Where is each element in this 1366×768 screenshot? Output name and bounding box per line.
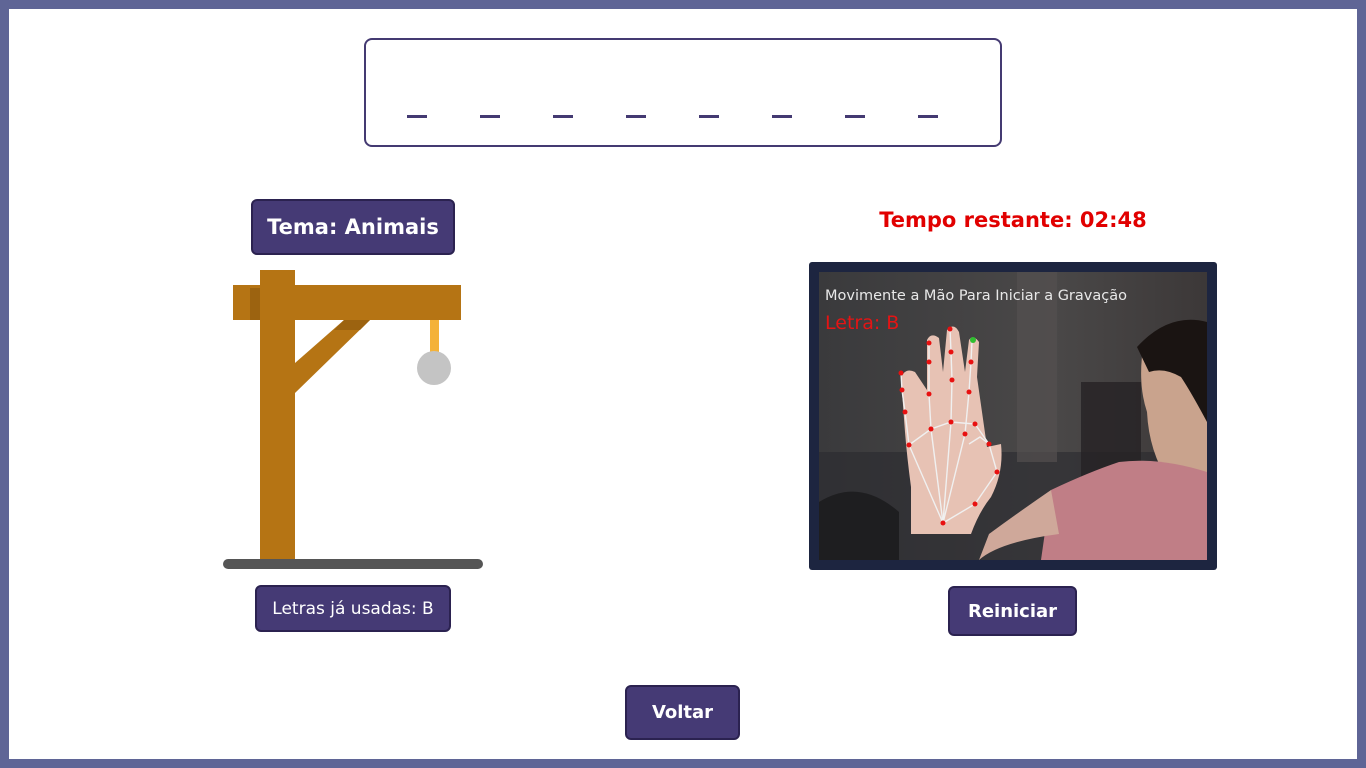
timer-label: Tempo restante: 02:48 xyxy=(879,208,1147,232)
theme-label: Tema: Animais xyxy=(251,199,455,255)
word-display xyxy=(364,38,1002,147)
letter-slot xyxy=(772,115,792,118)
camera-panel: Movimente a Mão Para Iniciar a Gravação … xyxy=(809,262,1217,570)
back-button[interactable]: Voltar xyxy=(625,685,740,740)
letter-slot xyxy=(699,115,719,118)
camera-instruction: Movimente a Mão Para Iniciar a Gravação xyxy=(825,288,1127,304)
letter-slot xyxy=(918,115,938,118)
letter-slot xyxy=(626,115,646,118)
gallows-base xyxy=(223,559,483,569)
letter-slot xyxy=(845,115,865,118)
hangman-head xyxy=(417,351,451,385)
restart-button[interactable]: Reiniciar xyxy=(948,586,1077,636)
letter-slot xyxy=(480,115,500,118)
gallows-brace xyxy=(295,320,370,393)
letter-slot xyxy=(407,115,427,118)
detected-letter: Letra: B xyxy=(825,312,900,334)
camera-feed: Movimente a Mão Para Iniciar a Gravação … xyxy=(819,272,1207,560)
hand-landmark-tip xyxy=(970,337,976,343)
used-letters-label: Letras já usadas: B xyxy=(255,585,451,632)
gallows-illustration xyxy=(222,268,486,574)
letter-slot xyxy=(553,115,573,118)
gallows-beam xyxy=(233,285,461,320)
gallows-rope xyxy=(430,320,439,356)
